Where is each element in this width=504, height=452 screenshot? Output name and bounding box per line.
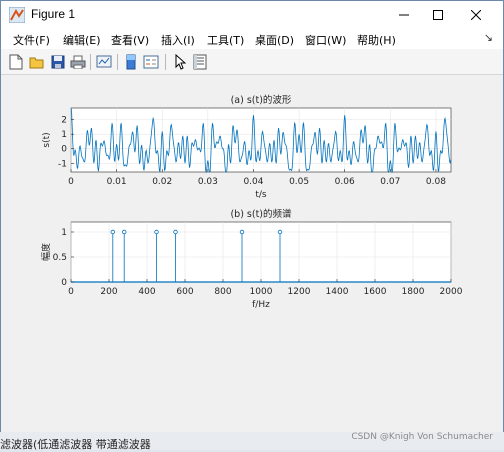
figure-window: Figure 1 文件(F) 编辑(E) 查看(V) 插入(I) 工具(T) 桌… [0,0,504,442]
axes-1-ylabel: s(t) [42,132,52,147]
x-tick-label: 800 [214,287,231,297]
close-button[interactable] [459,1,493,29]
x-tick-label: 2000 [440,287,463,297]
x-tick-label: 0.04 [243,177,263,187]
toolbar [1,49,503,75]
stem-marker [277,229,283,235]
minimize-button[interactable] [387,1,421,29]
axes-2-xlabel: f/Hz [252,300,270,310]
new-figure-icon[interactable] [7,53,25,71]
y-tick-label: -1 [58,159,67,169]
x-tick-label: 0.02 [152,177,172,187]
stem-marker [173,229,178,235]
axes-waveform[interactable]: 0 0.01 0.02 0.03 0.04 0.05 0.06 0.07 0.08 -1012 … [42,94,452,200]
stem-marker [110,229,115,235]
toolbar-separator [117,54,118,70]
insert-legend-icon[interactable] [142,53,160,71]
toolbar-separator [90,54,91,70]
title-bar[interactable]: Figure 1 [1,1,503,29]
x-tick-label: 0.01 [107,177,127,187]
stem-marker [239,229,245,235]
y-tick-label: 1 [61,130,67,140]
plot-svg: 0 0.01 0.02 0.03 0.04 0.05 0.06 0.07 0.08 -1012 … [40,94,463,310]
x-tick-label: 400 [138,287,155,297]
x-tick-label: 1800 [402,287,425,297]
figure-canvas: 0 0.01 0.02 0.03 0.04 0.05 0.06 0.07 0.08 -1 0 1 2 … [1,76,503,442]
stem-marker [121,229,127,235]
menu-window[interactable]: 窗口(W) [305,32,346,48]
x-tick-label: 0.07 [380,177,400,187]
x-tick-label: 600 [176,287,193,297]
stem-marker [154,229,159,235]
x-tick-label: 0 [68,287,74,297]
save-icon[interactable] [49,53,67,71]
maximize-icon [433,10,443,20]
y-tick-label: 1 [61,228,67,238]
y-tick-label: 0 [61,278,67,288]
minimize-icon [399,14,409,16]
matlab-icon [9,7,25,23]
y-tick-label: 2 [61,116,67,126]
arrow-cursor-icon[interactable] [171,53,189,71]
menu-view[interactable]: 查看(V) [111,32,149,48]
x-tick-label: 1200 [288,287,311,297]
menu-file[interactable]: 文件(F) [13,32,50,48]
toolbar-separator [165,54,166,70]
menu-tools[interactable]: 工具(T) [207,32,244,48]
x-tick-label: 0.05 [289,177,309,187]
x-tick-label: 0.06 [335,177,355,187]
insert-colorbar-icon[interactable] [122,53,140,71]
axes-1-xlabel: t/s [255,190,267,200]
link-plot-icon[interactable] [95,53,113,71]
x-tick-label: 200 [100,287,117,297]
x-tick-label: 0 [68,177,74,187]
axes-2-ylabel: 幅度 [40,243,52,261]
menu-help[interactable]: 帮助(H) [357,32,396,48]
y-tick-label: 0 [61,145,67,155]
axes-1-title: (a) s(t)的波形 [231,94,292,106]
x-tick-label: 1000 [250,287,273,297]
menu-insert[interactable]: 插入(I) [161,32,195,48]
print-icon[interactable] [69,53,87,71]
window-title: Figure 1 [31,7,76,21]
property-inspector-icon[interactable] [191,53,209,71]
x-tick-label: 1600 [364,287,387,297]
x-tick-label: 0.03 [198,177,218,187]
watermark: CSDN @Knigh Von Schumacher [351,432,493,442]
maximize-button[interactable] [421,1,455,29]
x-tick-label: 1400 [326,287,349,297]
x-tick-label: 0.08 [426,177,446,187]
axes-spectrum[interactable]: 0 200 400 600 800 1000 1200 1400 1600 1800 2000 0 0… [40,208,463,310]
axes-2-title: (b) s(t)的频谱 [230,208,292,220]
close-icon [471,10,481,20]
y-tick-label: 0.5 [53,253,67,263]
menu-bar: 文件(F) 编辑(E) 查看(V) 插入(I) 工具(T) 桌面(D) 窗口(W… [1,29,503,49]
chevron-icon[interactable]: ↘ [484,31,493,44]
open-icon[interactable] [28,53,46,71]
menu-desktop[interactable]: 桌面(D) [255,32,294,48]
menu-edit[interactable]: 编辑(E) [63,32,101,48]
